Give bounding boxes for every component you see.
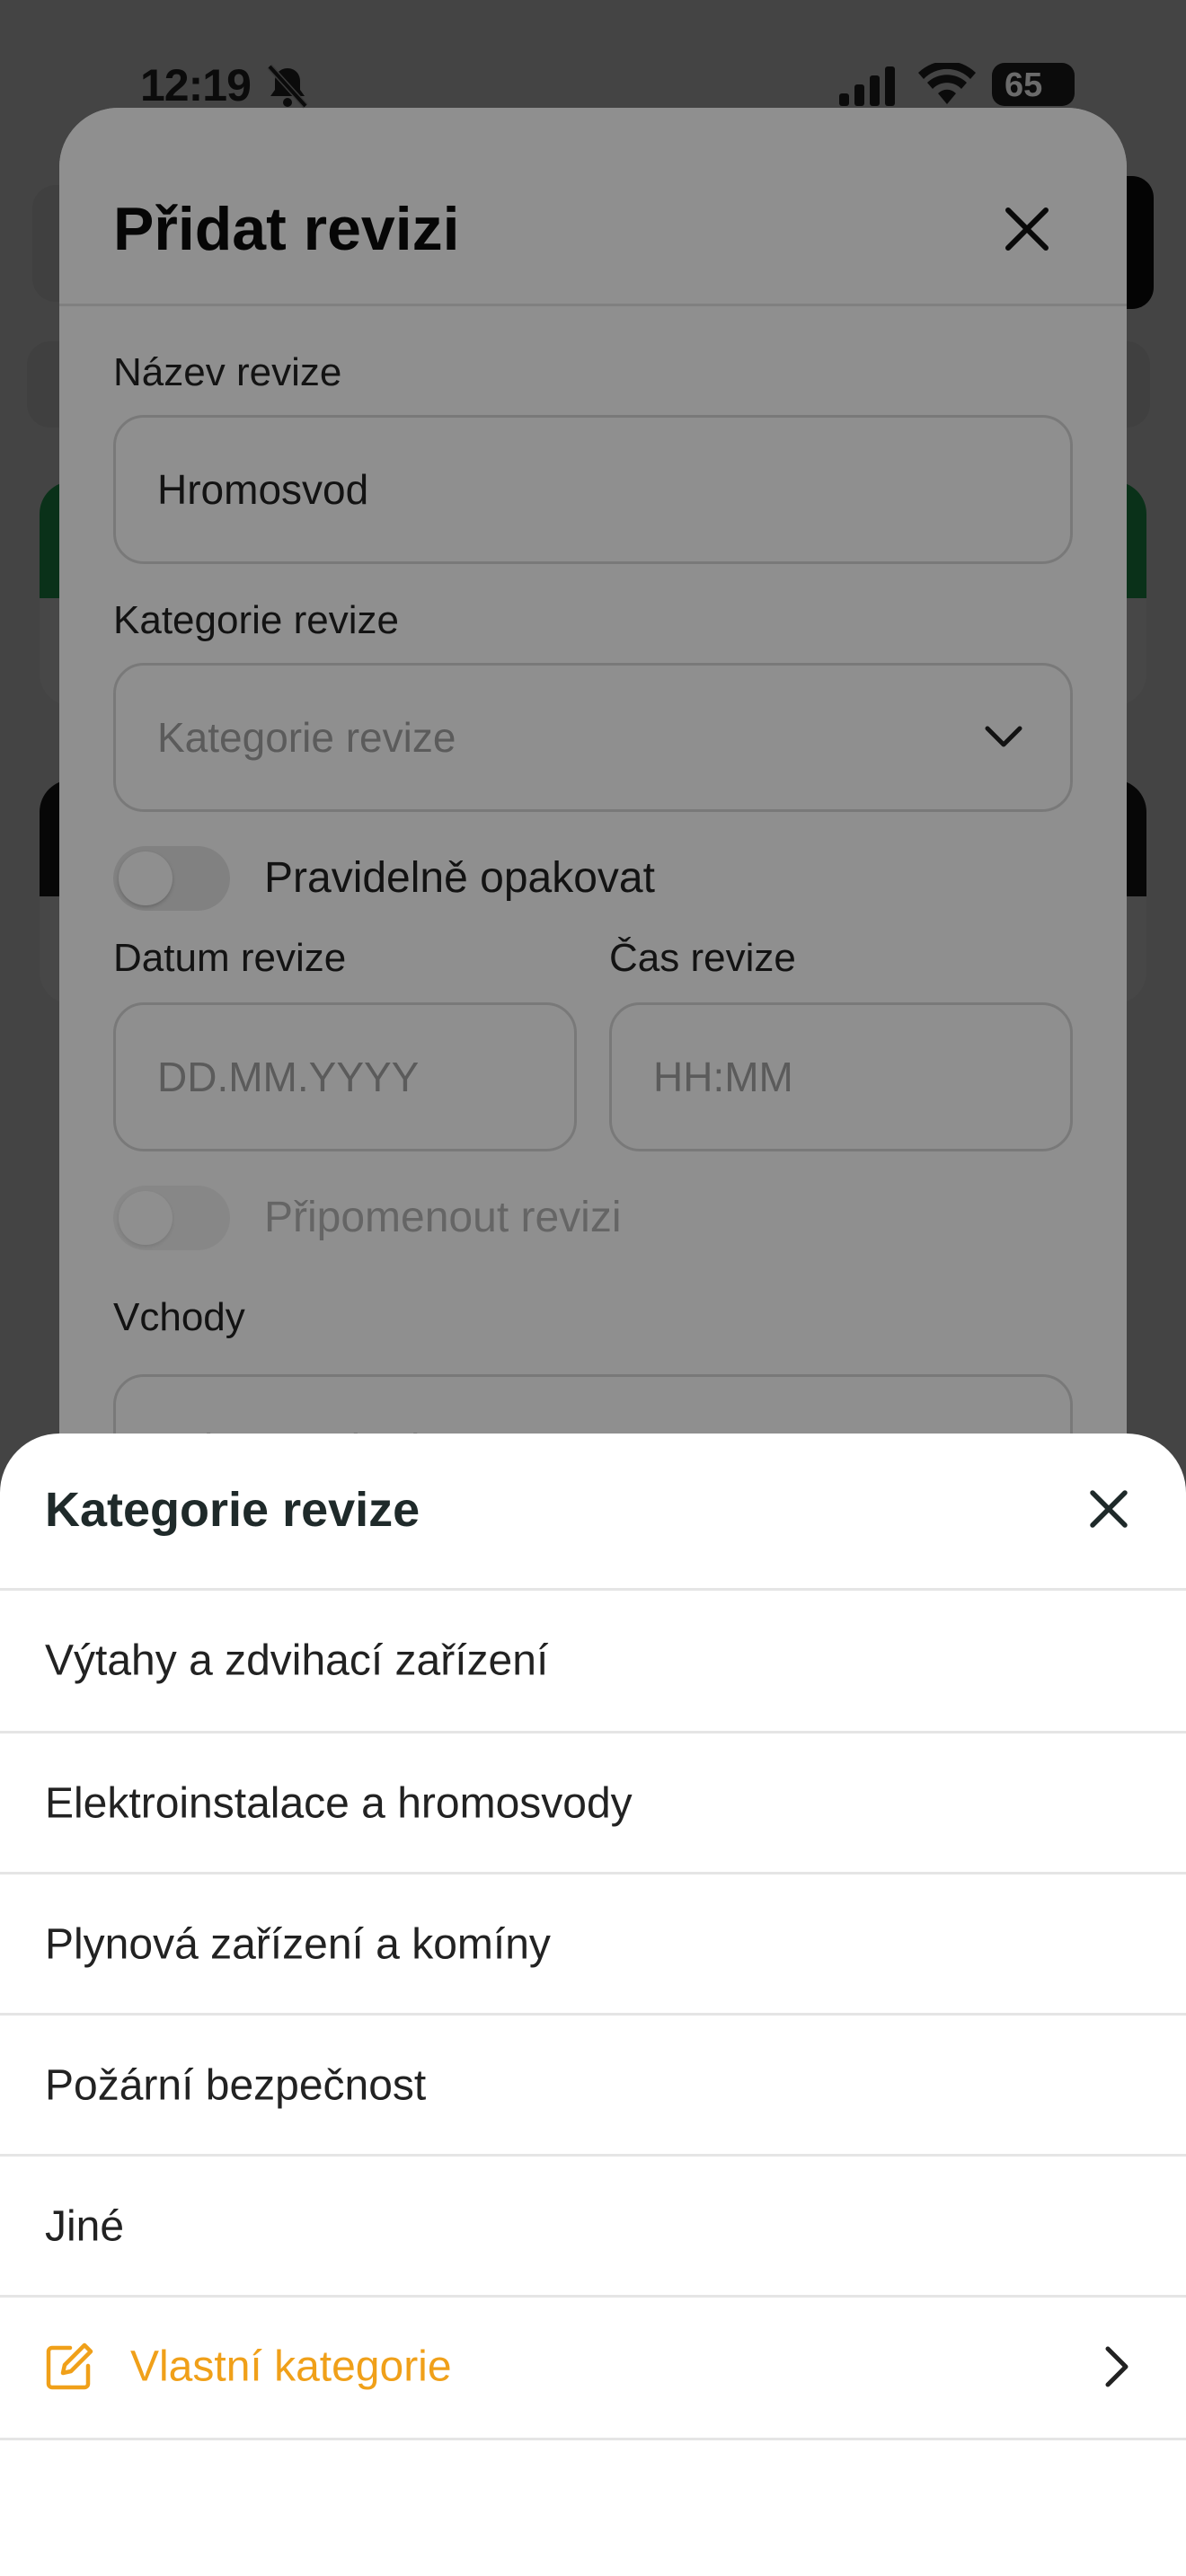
chevron-right-icon [1105,2346,1128,2387]
status-time: 12:19 [140,60,252,110]
category-option-label: Elektroinstalace a hromosvody [45,1779,633,1828]
category-sheet: Kategorie revize Výtahy a zdvihací zaříz… [0,1434,1186,2576]
sheet-divider [0,2438,1186,2440]
category-option-lifts[interactable]: Výtahy a zdvihací zařízení [0,1591,1186,1731]
sheet-title: Kategorie revize [45,1483,420,1537]
category-option-label: Požární bezpečnost [45,2061,427,2110]
wifi-icon [918,63,976,104]
category-option-electrical[interactable]: Elektroinstalace a hromosvody [0,1734,1186,1874]
battery-icon: 65 [992,63,1075,106]
category-option-label: Výtahy a zdvihací zařízení [45,1636,549,1685]
bell-muted-icon [267,64,308,109]
custom-category-button[interactable]: Vlastní kategorie [0,2296,1186,2438]
category-option-fire-safety[interactable]: Požární bezpečnost [0,2016,1186,2156]
category-option-other[interactable]: Jiné [0,2157,1186,2297]
custom-category-label: Vlastní kategorie [130,2342,452,2391]
battery-level: 65 [1005,66,1043,104]
signal-icon [839,66,895,106]
category-option-gas[interactable]: Plynová zařízení a komíny [0,1875,1186,2015]
edit-icon [46,2342,93,2390]
category-option-label: Jiné [45,2202,125,2251]
status-bar: 12:19 65 [0,0,1186,171]
close-icon[interactable] [1084,1484,1134,1534]
category-option-label: Plynová zařízení a komíny [45,1920,551,1969]
